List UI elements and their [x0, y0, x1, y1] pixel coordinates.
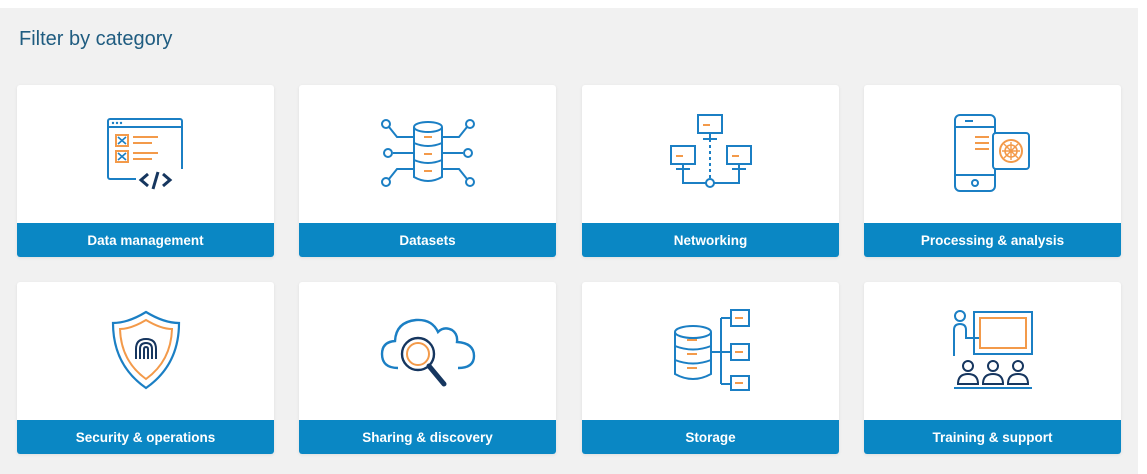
category-label: Sharing & discovery	[299, 420, 556, 454]
category-card-datasets[interactable]: Datasets	[299, 85, 556, 257]
category-card-processing-analysis[interactable]: Processing & analysis	[864, 85, 1121, 257]
cloud-search-icon	[299, 282, 556, 418]
category-label: Networking	[582, 223, 839, 257]
category-card-data-management[interactable]: Data management	[17, 85, 274, 257]
fingerprint-shield-icon	[17, 282, 274, 418]
category-card-security-operations[interactable]: Security & operations	[17, 282, 274, 454]
category-card-training-support[interactable]: Training & support	[864, 282, 1121, 454]
mobile-processing-icon	[864, 85, 1121, 221]
category-label: Training & support	[864, 420, 1121, 454]
page-title: Filter by category	[19, 28, 173, 50]
category-card-storage[interactable]: Storage	[582, 282, 839, 454]
category-label: Storage	[582, 420, 839, 454]
database-network-icon	[299, 85, 556, 221]
category-label: Datasets	[299, 223, 556, 257]
category-label: Security & operations	[17, 420, 274, 454]
category-filter-panel: Filter by category Data management Datas…	[0, 8, 1138, 474]
category-label: Processing & analysis	[864, 223, 1121, 257]
category-card-sharing-discovery[interactable]: Sharing & discovery	[299, 282, 556, 454]
network-computers-icon	[582, 85, 839, 221]
database-hierarchy-icon	[582, 282, 839, 418]
presentation-training-icon	[864, 282, 1121, 418]
category-label: Data management	[17, 223, 274, 257]
code-window-icon	[17, 85, 274, 221]
category-card-networking[interactable]: Networking	[582, 85, 839, 257]
